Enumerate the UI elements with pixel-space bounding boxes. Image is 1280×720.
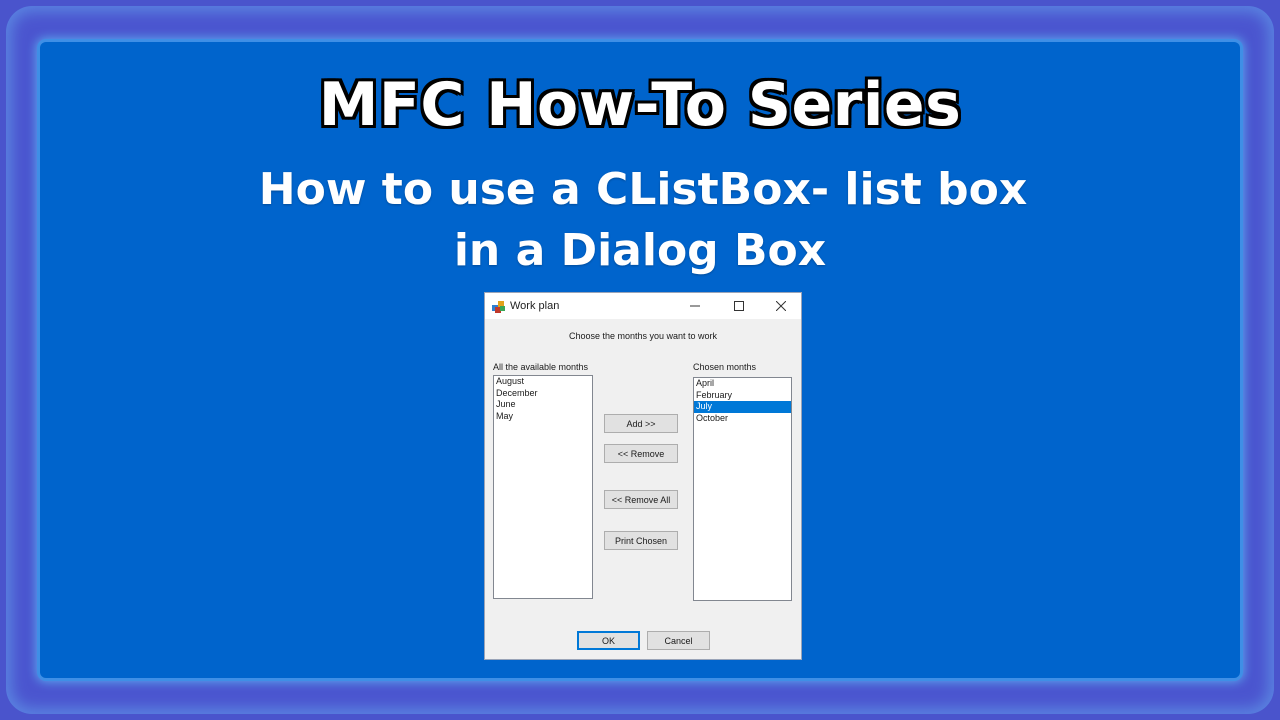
cancel-button[interactable]: Cancel [647, 631, 710, 650]
list-item[interactable]: June [494, 399, 592, 411]
list-item[interactable]: December [494, 388, 592, 400]
slide-title: MFC How-To Series [318, 70, 962, 140]
maximize-button[interactable] [717, 293, 761, 319]
close-icon [776, 301, 786, 311]
chosen-months-label: Chosen months [693, 362, 757, 372]
ok-button[interactable]: OK [577, 631, 640, 650]
remove-button[interactable]: << Remove [604, 444, 678, 463]
list-item-selected[interactable]: July [694, 401, 791, 413]
list-item[interactable]: May [494, 411, 592, 423]
available-months-label: All the available months [493, 362, 589, 372]
add-button[interactable]: Add >> [604, 414, 678, 433]
print-chosen-button[interactable]: Print Chosen [604, 531, 678, 550]
available-months-listbox[interactable]: August December June May [493, 375, 593, 599]
list-item[interactable]: February [694, 390, 791, 402]
slide-subtitle-line2: in a Dialog Box [453, 225, 827, 276]
remove-all-button[interactable]: << Remove All [604, 490, 678, 509]
list-item[interactable]: August [494, 376, 592, 388]
dialog-prompt: Choose the months you want to work [568, 331, 718, 341]
app-icon[interactable] [491, 298, 507, 314]
list-item[interactable]: October [694, 413, 791, 425]
close-button[interactable] [759, 293, 803, 319]
slide-subtitle-line1: How to use a CListBox- list box [258, 164, 1028, 215]
chosen-months-listbox[interactable]: April February July October [693, 377, 792, 601]
dialog-titlebar[interactable]: Work plan [485, 293, 801, 319]
minimize-button[interactable] [673, 293, 717, 319]
maximize-icon [734, 301, 744, 311]
list-item[interactable]: April [694, 378, 791, 390]
dialog-title: Work plan [510, 300, 560, 312]
work-plan-dialog: Work plan Choose the months you want to … [484, 292, 802, 660]
minimize-icon [690, 305, 700, 307]
